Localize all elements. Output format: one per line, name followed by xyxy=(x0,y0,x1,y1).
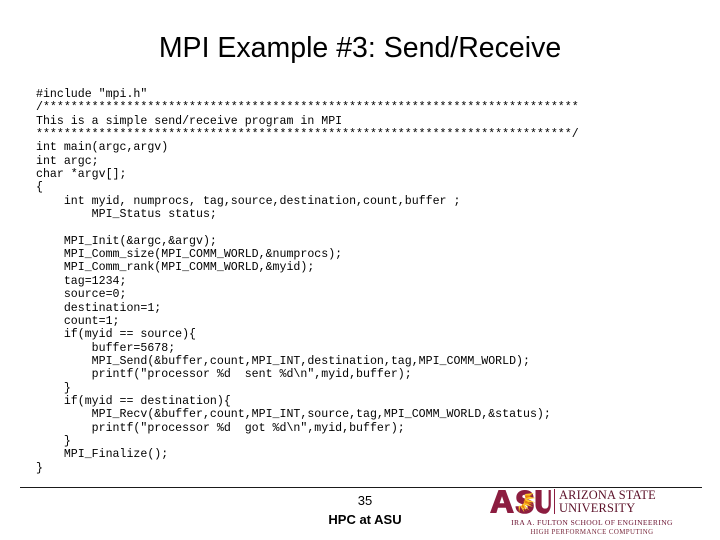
code-line: MPI_Init(&argc,&argv); xyxy=(36,234,217,248)
code-line: printf("processor %d got %d\n",myid,buff… xyxy=(36,421,405,435)
code-line: printf("processor %d sent %d\n",myid,buf… xyxy=(36,368,412,382)
code-line: int main(argc,argv) xyxy=(36,141,169,155)
code-line: This is a simple send/receive program in… xyxy=(36,114,343,128)
code-line: MPI_Finalize(); xyxy=(36,448,169,462)
code-line: MPI_Comm_size(MPI_COMM_WORLD,&numprocs); xyxy=(36,248,343,262)
asu-program-line: HIGH PERFORMANCE COMPUTING xyxy=(530,528,654,536)
asu-logo: ARIZONA STATE UNIVERSITY IRA A. FULTON S… xyxy=(489,489,695,537)
code-line: { xyxy=(36,181,43,195)
slide-canvas: MPI Example #3: Send/Receive #include "m… xyxy=(0,0,720,540)
code-block: #include "mpi.h"/***********************… xyxy=(36,88,716,475)
code-line: MPI_Recv(&buffer,count,MPI_INT,source,ta… xyxy=(36,408,551,422)
footer-label: HPC at ASU xyxy=(328,512,402,527)
code-line: MPI_Status status; xyxy=(36,208,217,222)
code-line: destination=1; xyxy=(36,301,162,315)
code-line: int myid, numprocs, tag,source,destinati… xyxy=(36,194,461,208)
code-line: source=0; xyxy=(36,288,127,302)
asu-wordmark: ARIZONA STATE UNIVERSITY xyxy=(554,488,656,515)
code-line: MPI_Comm_rank(MPI_COMM_WORLD,&myid); xyxy=(36,261,315,275)
code-line: if(myid == destination){ xyxy=(36,394,231,408)
code-line: if(myid == source){ xyxy=(36,328,197,342)
code-line: tag=1234; xyxy=(36,274,127,288)
asu-logo-top: ARIZONA STATE UNIVERSITY xyxy=(489,488,695,515)
code-line: ****************************************… xyxy=(36,128,579,142)
code-line: count=1; xyxy=(36,314,120,328)
code-line: /***************************************… xyxy=(36,101,579,115)
page-number: 35 xyxy=(357,493,373,508)
code-line: int argc; xyxy=(36,154,99,168)
asu-school-line: IRA A. FULTON SCHOOL OF ENGINEERING xyxy=(511,518,673,527)
code-line: } xyxy=(36,381,71,395)
code-line: } xyxy=(36,461,43,475)
code-line: #include "mpi.h" xyxy=(36,88,148,101)
code-line: MPI_Send(&buffer,count,MPI_INT,destinati… xyxy=(36,354,530,368)
asu-university-line-1: ARIZONA STATE xyxy=(559,488,656,502)
page-title: MPI Example #3: Send/Receive xyxy=(158,32,562,64)
code-line: } xyxy=(36,434,71,448)
asu-sunburst-icon xyxy=(489,489,551,514)
code-line: char *argv[]; xyxy=(36,168,127,182)
asu-university-line-2: UNIVERSITY xyxy=(559,500,636,515)
code-line: buffer=5678; xyxy=(36,341,176,355)
